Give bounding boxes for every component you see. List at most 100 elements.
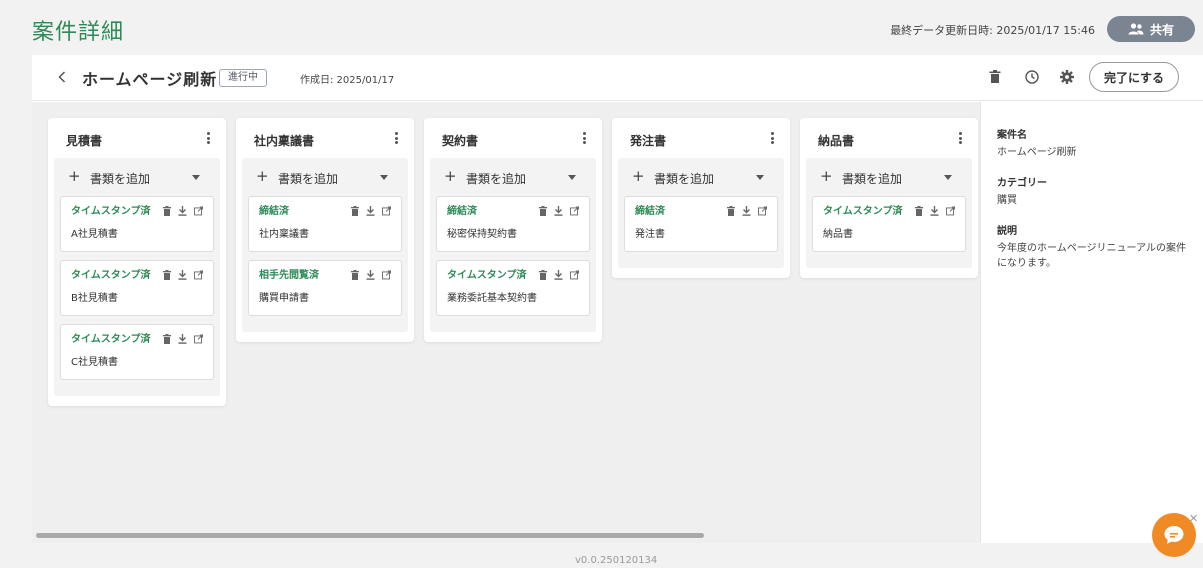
- more-vertical-icon[interactable]: [768, 130, 776, 146]
- document-card[interactable]: 締結済 秘密保持契約書: [436, 196, 590, 252]
- column-title: 発注書: [630, 134, 667, 148]
- trash-icon[interactable]: [350, 205, 359, 216]
- add-document-button[interactable]: + 書類を追加: [436, 158, 590, 196]
- trash-icon[interactable]: [985, 67, 1005, 87]
- open-external-icon[interactable]: [946, 205, 955, 216]
- document-status: タイムスタンプ済: [823, 206, 903, 217]
- open-external-icon[interactable]: [570, 269, 579, 280]
- open-external-icon[interactable]: [758, 205, 767, 216]
- column-title: 社内稟議書: [254, 134, 315, 148]
- trash-icon[interactable]: [350, 269, 359, 280]
- trash-icon[interactable]: [162, 205, 171, 216]
- download-icon[interactable]: [178, 205, 187, 216]
- column-body: + 書類を追加 タイムスタンプ済 納品書: [806, 158, 972, 268]
- trash-icon[interactable]: [538, 269, 547, 280]
- column-3: 発注書 + 書類を追加 締結済 発注書: [612, 118, 790, 278]
- card-actions: [538, 205, 579, 216]
- more-vertical-icon[interactable]: [392, 130, 400, 146]
- last-updated-text: 最終データ更新日時: 2025/01/17 15:46: [890, 24, 1095, 37]
- document-status: タイムスタンプ済: [71, 206, 151, 217]
- trash-icon[interactable]: [538, 205, 547, 216]
- project-title: ホームページ刷新: [82, 70, 218, 89]
- column-body: + 書類を追加 締結済 社内稟議書 相手先閲覧済 購買申請書: [242, 158, 408, 332]
- download-icon[interactable]: [366, 205, 375, 216]
- add-document-button[interactable]: + 書類を追加: [248, 158, 402, 196]
- download-icon[interactable]: [178, 333, 187, 344]
- add-document-button[interactable]: + 書類を追加: [812, 158, 966, 196]
- back-chevron-icon[interactable]: [54, 68, 70, 86]
- add-document-label: 書類を追加: [466, 172, 527, 186]
- project-name-value: ホームページ刷新: [997, 147, 1077, 158]
- document-card[interactable]: タイムスタンプ済 A社見積書: [60, 196, 214, 252]
- download-icon[interactable]: [554, 269, 563, 280]
- download-icon[interactable]: [742, 205, 751, 216]
- column-2: 契約書 + 書類を追加締結済 秘密保持契約書 タイムスタンプ済 業務委託基本契約書: [424, 118, 602, 342]
- open-external-icon[interactable]: [570, 205, 579, 216]
- page-title: 案件詳細: [32, 20, 125, 45]
- complete-button[interactable]: 完了にする: [1089, 62, 1179, 92]
- column-1: 社内稟議書 + 書類を追加 締結済 社内稟議書 相手先閲覧済 購買申請書: [236, 118, 414, 342]
- project-info-panel: 案件名 ホームページ刷新 カテゴリー 購買 説明 今年度のホームページリニューア…: [980, 102, 1203, 543]
- more-vertical-icon[interactable]: [204, 130, 212, 146]
- document-card[interactable]: 相手先閲覧済 購買申請書: [248, 260, 402, 316]
- chat-close-icon[interactable]: ✕: [1189, 512, 1198, 525]
- document-name: A社見積書: [71, 229, 118, 240]
- plus-icon: +: [68, 167, 81, 185]
- plus-icon: +: [444, 167, 457, 185]
- download-icon[interactable]: [554, 205, 563, 216]
- trash-icon[interactable]: [914, 205, 923, 216]
- add-document-button[interactable]: + 書類を追加: [624, 158, 778, 196]
- document-status: 締結済: [635, 206, 665, 217]
- document-card[interactable]: タイムスタンプ済 B社見積書: [60, 260, 214, 316]
- document-name: 発注書: [635, 229, 665, 240]
- document-name: 業務委託基本契約書: [447, 293, 537, 304]
- document-card[interactable]: タイムスタンプ済 C社見積書: [60, 324, 214, 380]
- more-vertical-icon[interactable]: [956, 130, 964, 146]
- open-external-icon[interactable]: [382, 269, 391, 280]
- open-external-icon[interactable]: [194, 205, 203, 216]
- horizontal-scrollbar[interactable]: [32, 530, 980, 540]
- column-title: 契約書: [442, 134, 479, 148]
- gear-icon[interactable]: [1057, 67, 1077, 87]
- more-vertical-icon[interactable]: [580, 130, 588, 146]
- card-actions: [162, 269, 203, 280]
- document-card[interactable]: タイムスタンプ済 業務委託基本契約書: [436, 260, 590, 316]
- column-title: 見積書: [66, 134, 103, 148]
- download-icon[interactable]: [178, 269, 187, 280]
- download-icon[interactable]: [930, 205, 939, 216]
- caret-down-icon: [756, 175, 764, 180]
- trash-icon[interactable]: [726, 205, 735, 216]
- project-toolbar: ホームページ刷新 進行中 作成日: 2025/01/17 完了にする: [32, 55, 1203, 101]
- document-status: 相手先閲覧済: [259, 270, 319, 281]
- chat-bubble-icon: [1164, 526, 1184, 544]
- plus-icon: +: [632, 167, 645, 185]
- open-external-icon[interactable]: [382, 205, 391, 216]
- add-document-button[interactable]: + 書類を追加: [60, 158, 214, 196]
- created-date: 作成日: 2025/01/17: [300, 75, 395, 86]
- open-external-icon[interactable]: [194, 269, 203, 280]
- caret-down-icon: [192, 175, 200, 180]
- document-card[interactable]: 締結済 発注書: [624, 196, 778, 252]
- category-value: 購買: [997, 195, 1017, 206]
- share-button[interactable]: 共有: [1107, 16, 1195, 42]
- document-status: 締結済: [447, 206, 477, 217]
- open-external-icon[interactable]: [194, 333, 203, 344]
- add-document-label: 書類を追加: [278, 172, 339, 186]
- history-icon[interactable]: [1022, 67, 1042, 87]
- download-icon[interactable]: [366, 269, 375, 280]
- caret-down-icon: [568, 175, 576, 180]
- card-actions: [162, 205, 203, 216]
- main-panel: ホームページ刷新 進行中 作成日: 2025/01/17 完了にする 見積書 + 書…: [32, 55, 1203, 543]
- scrollbar-thumb[interactable]: [36, 533, 704, 538]
- document-card[interactable]: タイムスタンプ済 納品書: [812, 196, 966, 252]
- plus-icon: +: [820, 167, 833, 185]
- trash-icon[interactable]: [162, 269, 171, 280]
- column-body: + 書類を追加 タイムスタンプ済 A社見積書 タイムスタンプ済 B社見積書 タイムスタンプ済…: [54, 158, 220, 396]
- document-status: 締結済: [259, 206, 289, 217]
- version-text: v0.0.250120134: [575, 555, 658, 566]
- kanban-board: 見積書 + 書類を追加 タイムスタンプ済 A社見積書 タイムスタンプ済 B社見積書 タイムスタ…: [32, 102, 980, 543]
- trash-icon[interactable]: [162, 333, 171, 344]
- status-badge: 進行中: [219, 69, 267, 87]
- document-card[interactable]: 締結済 社内稟議書: [248, 196, 402, 252]
- description-value: 今年度のホームページリニューアルの案件になります。: [997, 243, 1186, 269]
